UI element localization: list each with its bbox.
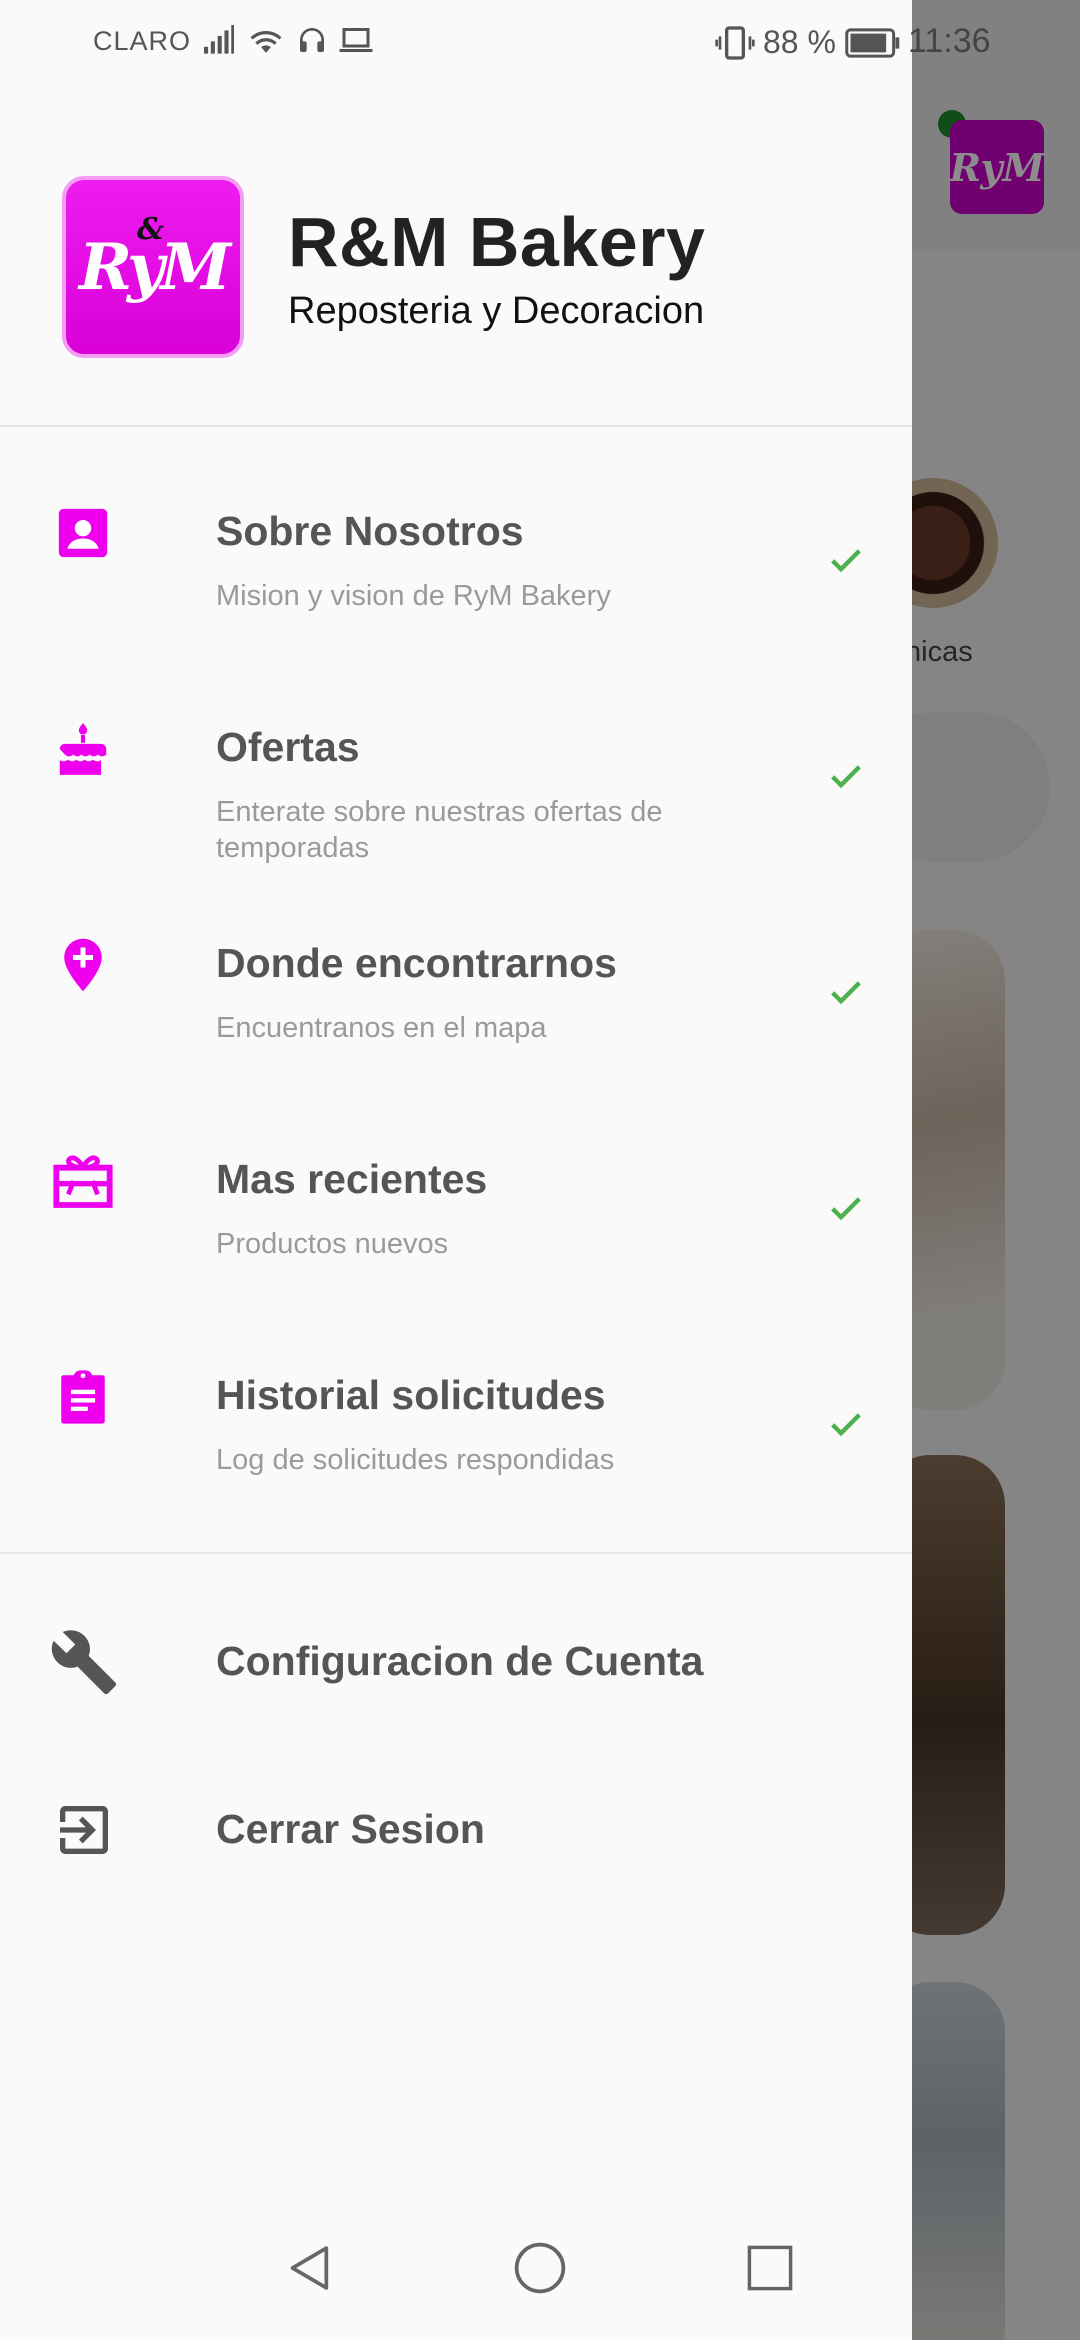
check-icon bbox=[831, 765, 861, 789]
status-bar: CLARO 88 % 11:36 bbox=[0, 0, 1080, 84]
app-logo: RyM & bbox=[62, 176, 244, 358]
gift-card-icon bbox=[50, 1148, 116, 1214]
logout-button[interactable]: Cerrar Sesion bbox=[0, 1756, 912, 1906]
menu-item-subtitle: Productos nuevos bbox=[216, 1228, 449, 1260]
menu-item-ofertas[interactable]: Ofertas Enterate sobre nuestras ofertas … bbox=[0, 676, 912, 892]
menu-item-subtitle: Encuentranos en el mapa bbox=[216, 1012, 547, 1044]
menu-item-title: Ofertas bbox=[216, 724, 360, 770]
carrier-label: CLARO bbox=[93, 26, 192, 56]
back-triangle-icon bbox=[290, 2246, 329, 2290]
menu-item-title: Mas recientes bbox=[216, 1156, 488, 1202]
logout-icon bbox=[48, 1794, 120, 1866]
headphones-icon bbox=[300, 28, 324, 52]
check-icon bbox=[831, 549, 861, 573]
signal-icon bbox=[204, 25, 234, 54]
menu-item-subtitle: Mision y vision de RyM Bakery bbox=[216, 580, 611, 612]
status-right-group: 88 % bbox=[715, 24, 902, 61]
recents-nav-button[interactable] bbox=[738, 2236, 802, 2300]
account-settings-button[interactable]: Configuracion de Cuenta bbox=[0, 1588, 912, 1738]
menu-item-subtitle: Enterate sobre nuestras ofertas de tempo… bbox=[216, 796, 663, 864]
laptop-icon bbox=[339, 28, 373, 52]
recents-square-icon bbox=[747, 2245, 793, 2291]
back-nav-button[interactable] bbox=[278, 2236, 342, 2300]
menu-item-sobre-nosotros[interactable]: Sobre Nosotros Mision y vision de RyM Ba… bbox=[0, 460, 912, 676]
app-subtitle: Reposteria y Decoracion bbox=[288, 290, 705, 332]
menu-divider bbox=[0, 1552, 912, 1554]
person-card-icon bbox=[50, 500, 116, 566]
check-icon bbox=[831, 981, 861, 1005]
account-settings-label: Configuracion de Cuenta bbox=[216, 1638, 704, 1684]
app-title: R&M Bakery bbox=[288, 203, 706, 281]
status-icons bbox=[202, 24, 374, 56]
logout-label: Cerrar Sesion bbox=[216, 1806, 485, 1852]
system-nav-bar bbox=[0, 2200, 912, 2340]
check-icon bbox=[831, 1413, 861, 1437]
vibrate-icon bbox=[715, 25, 755, 60]
wrench-icon bbox=[48, 1626, 120, 1698]
battery-icon bbox=[845, 27, 900, 58]
drawer-header: RyM & R&M Bakery Reposteria y Decoracion bbox=[0, 84, 912, 427]
menu-item-subtitle: Log de solicitudes respondidas bbox=[216, 1444, 615, 1476]
cake-icon bbox=[50, 716, 116, 782]
home-circle-icon bbox=[514, 2242, 566, 2294]
home-nav-button[interactable] bbox=[508, 2236, 572, 2300]
clipboard-icon bbox=[50, 1364, 116, 1430]
wifi-icon bbox=[250, 31, 282, 53]
menu-item-donde-encontrarnos[interactable]: Donde encontrarnos Encuentranos en el ma… bbox=[0, 892, 912, 1108]
map-pin-add-icon bbox=[50, 932, 116, 998]
menu-item-title: Sobre Nosotros bbox=[216, 508, 524, 554]
menu-item-historial-solicitudes[interactable]: Historial solicitudes Log de solicitudes… bbox=[0, 1324, 912, 1540]
menu-item-title: Historial solicitudes bbox=[216, 1372, 606, 1418]
battery-percent: 88 % bbox=[763, 24, 836, 60]
navigation-drawer: RyM & R&M Bakery Reposteria y Decoracion… bbox=[0, 0, 912, 2340]
menu-item-title: Donde encontrarnos bbox=[216, 940, 617, 986]
menu-item-mas-recientes[interactable]: Mas recientes Productos nuevos bbox=[0, 1108, 912, 1324]
status-clock: 11:36 bbox=[908, 22, 991, 60]
logo-text: RyM & bbox=[79, 212, 231, 305]
check-icon bbox=[831, 1197, 861, 1221]
logo-ampersand: & bbox=[136, 211, 164, 247]
